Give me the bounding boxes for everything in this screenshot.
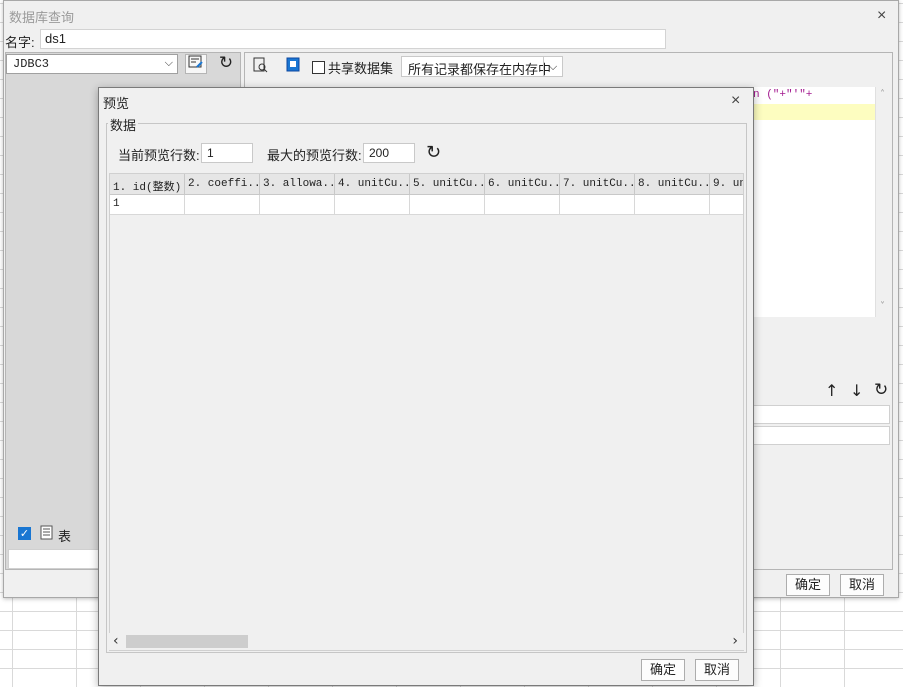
column-header[interactable]: 5. unitCu... xyxy=(410,174,485,195)
preview-dialog: 预览 × 数据 当前预览行数: 1 最大的预览行数: 200 ↻ 1. id(整… xyxy=(98,87,754,686)
table-cell xyxy=(185,195,260,215)
refresh-connection-button[interactable]: ↻ xyxy=(215,54,237,74)
column-header[interactable]: 3. allowa... xyxy=(260,174,335,195)
column-header[interactable]: 9. uni xyxy=(710,174,743,195)
column-header[interactable]: 6. unitCu... xyxy=(485,174,560,195)
editor-vertical-scrollbar[interactable]: ˄ ˅ xyxy=(875,87,892,317)
param-row[interactable] xyxy=(752,426,890,445)
table-cell xyxy=(260,195,335,215)
move-down-icon[interactable]: ↓ xyxy=(850,381,863,400)
refresh-preview-icon[interactable]: ↻ xyxy=(426,142,441,163)
table-cell xyxy=(635,195,710,215)
connection-select[interactable]: JDBC3 ⌵ xyxy=(6,54,178,74)
outer-ok-button[interactable]: 确定 xyxy=(786,574,830,596)
preview-title: 预览 xyxy=(103,96,130,111)
share-dataset-checkbox[interactable] xyxy=(312,61,325,74)
preview-icon xyxy=(253,57,268,73)
scroll-thumb[interactable] xyxy=(126,635,248,648)
preview-ok-button[interactable]: 确定 xyxy=(641,659,685,681)
outer-cancel-button[interactable]: 取消 xyxy=(840,574,884,596)
table-row: 1 xyxy=(110,195,743,215)
table-cell xyxy=(410,195,485,215)
chevron-down-icon: ⌵ xyxy=(543,57,562,76)
table-checkbox[interactable]: ✓ xyxy=(18,527,31,540)
close-icon[interactable]: × xyxy=(877,8,886,24)
max-rows-label: 最大的预览行数: xyxy=(267,148,362,163)
scroll-left-icon[interactable]: ‹ xyxy=(113,633,119,649)
column-header[interactable]: 7. unitCu... xyxy=(560,174,635,195)
sql-code-line: n ("+"'"+ xyxy=(753,89,813,101)
table-cell xyxy=(560,195,635,215)
memory-option-select[interactable]: 所有记录都保存在内存中 ⌵ xyxy=(401,56,563,77)
preview-horizontal-scrollbar[interactable]: ‹ › xyxy=(109,633,744,650)
name-input[interactable]: ds1 xyxy=(40,29,666,49)
parameter-button[interactable] xyxy=(282,57,304,77)
dialog-title: 数据库查询 xyxy=(9,10,75,25)
current-rows-input[interactable]: 1 xyxy=(201,143,253,163)
current-line-highlight xyxy=(750,104,875,120)
sql-editor[interactable] xyxy=(750,87,875,317)
preview-table: 1. id(整数) 2. coeffi... 3. allowa... 4. unit… xyxy=(109,173,744,651)
edit-connection-icon xyxy=(188,55,203,68)
current-rows-label: 当前预览行数: xyxy=(118,148,200,163)
column-header[interactable]: 4. unitCu... xyxy=(335,174,410,195)
parameter-icon xyxy=(286,57,300,72)
name-label: 名字: xyxy=(5,35,35,50)
table-label: 表 xyxy=(58,529,72,544)
memory-option-value: 所有记录都保存在内存中 xyxy=(408,62,552,77)
edit-connection-button[interactable] xyxy=(185,54,207,74)
table-header: 1. id(整数) 2. coeffi... 3. allowa... 4. unit… xyxy=(110,174,743,195)
connection-value: JDBC3 xyxy=(13,57,50,71)
share-dataset-label: 共享数据集 xyxy=(328,61,394,76)
column-header[interactable]: 1. id(整数) xyxy=(110,174,185,195)
refresh-params-icon[interactable]: ↻ xyxy=(874,380,888,400)
table-cell xyxy=(485,195,560,215)
table-cell: 1 xyxy=(110,195,185,215)
refresh-icon: ↻ xyxy=(218,53,234,73)
data-group-label: 数据 xyxy=(108,115,139,134)
table-cell xyxy=(335,195,410,215)
preview-button[interactable] xyxy=(249,57,271,77)
scroll-up-icon[interactable]: ˄ xyxy=(880,89,885,100)
param-row[interactable] xyxy=(752,405,890,424)
scroll-right-icon[interactable]: › xyxy=(732,633,738,649)
column-header[interactable]: 8. unitCu... xyxy=(635,174,710,195)
chevron-down-icon: ⌵ xyxy=(164,56,173,69)
table-cell xyxy=(710,195,743,215)
table-icon xyxy=(40,525,53,540)
check-icon: ✓ xyxy=(19,528,30,540)
scroll-down-icon[interactable]: ˅ xyxy=(880,301,885,312)
max-rows-input[interactable]: 200 xyxy=(363,143,415,163)
preview-close-icon[interactable]: × xyxy=(731,93,740,109)
preview-cancel-button[interactable]: 取消 xyxy=(695,659,739,681)
column-header[interactable]: 2. coeffi... xyxy=(185,174,260,195)
move-up-icon[interactable]: ↑ xyxy=(825,381,838,400)
table-search-input[interactable] xyxy=(8,549,100,569)
